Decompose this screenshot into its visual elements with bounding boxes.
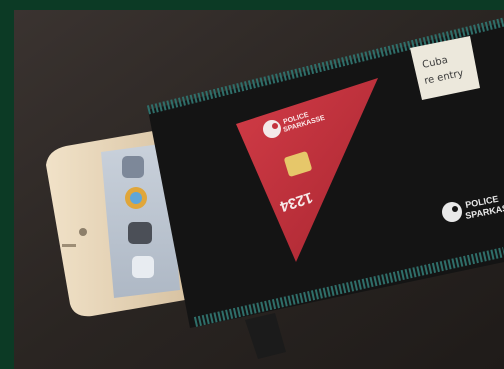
- phone-earpiece: [79, 228, 87, 236]
- app-icon: [132, 256, 154, 278]
- bank-bird-logo: [263, 120, 281, 138]
- app-icon: [128, 222, 152, 244]
- app-icon: [122, 156, 144, 178]
- bank-bird-logo: [442, 202, 462, 222]
- photo-scene: POLICE SPARKASSE Cuba re entry POLICE SP…: [0, 0, 504, 369]
- phone-sensor: [62, 244, 76, 247]
